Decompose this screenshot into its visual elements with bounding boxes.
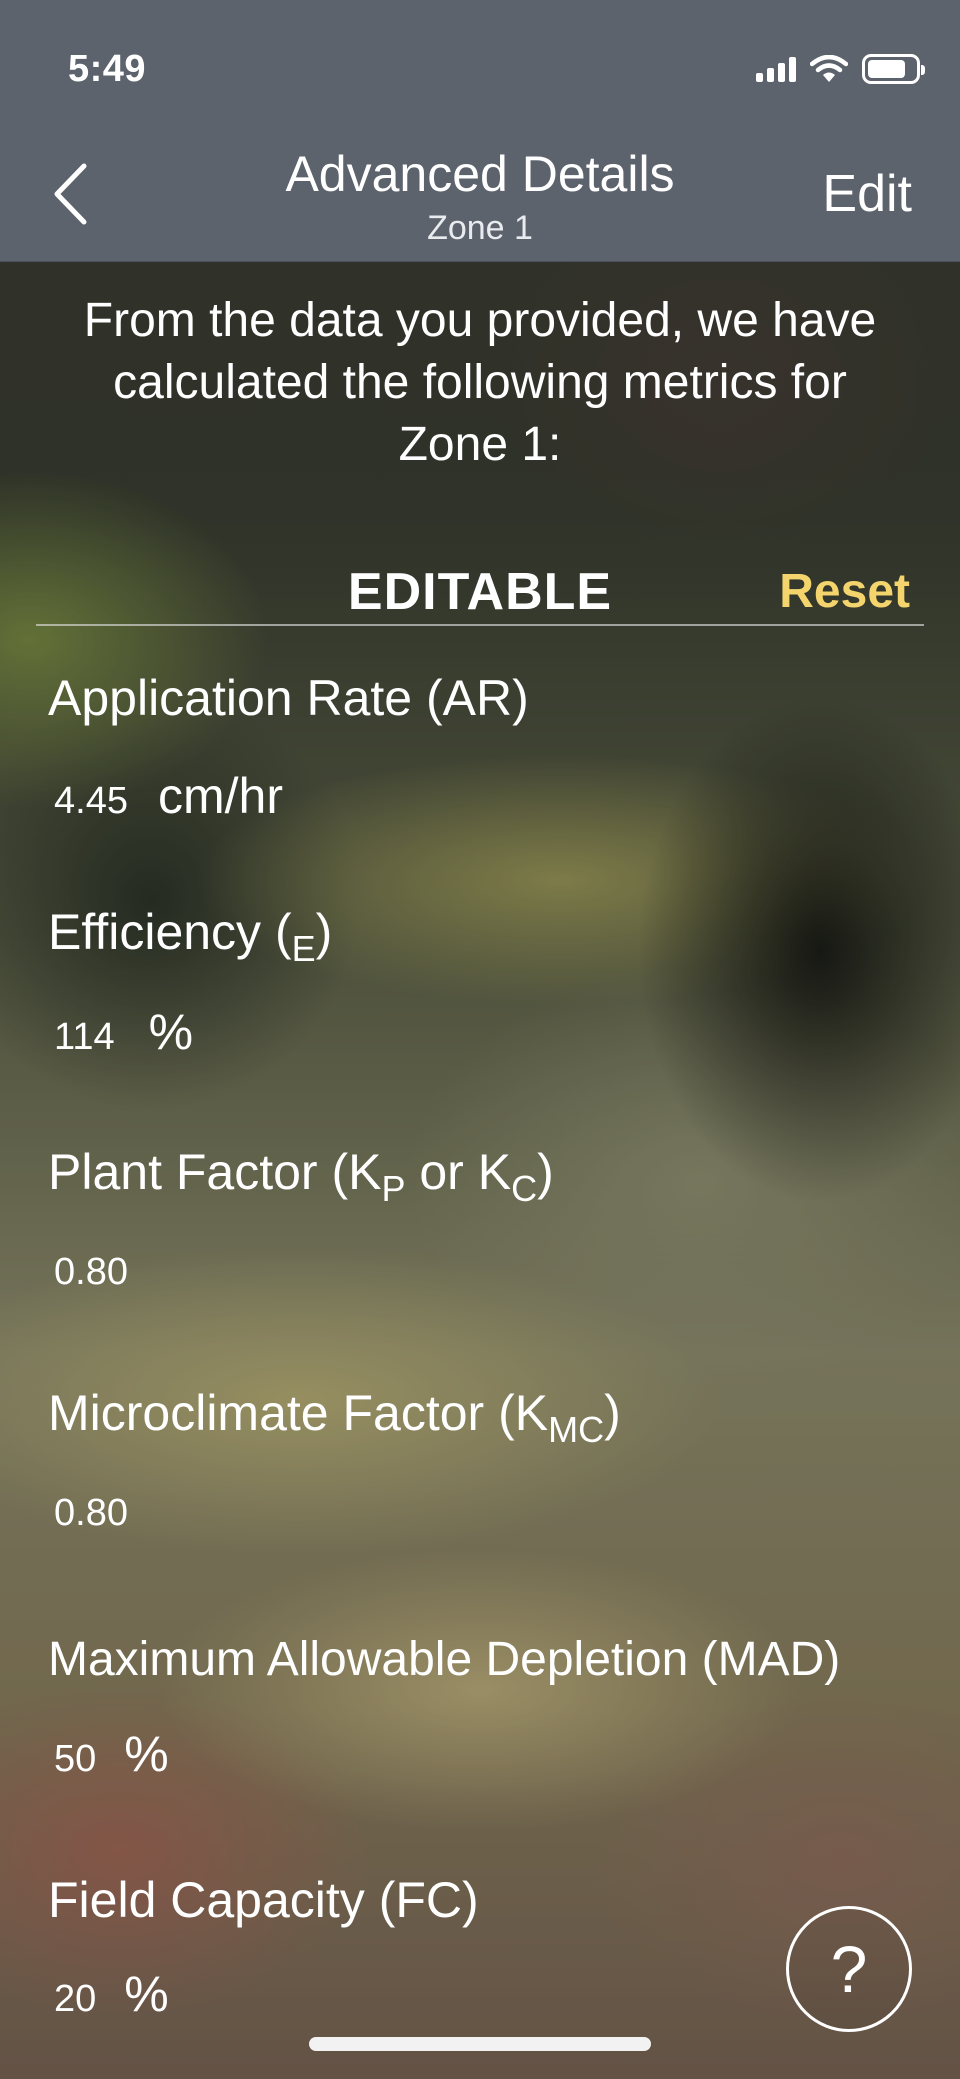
page-title: Advanced Details (285, 146, 675, 202)
home-indicator[interactable] (309, 2037, 651, 2051)
metric-value[interactable]: 0.80 (54, 1250, 128, 1294)
edit-button[interactable]: Edit (822, 164, 912, 224)
metric-microclimate-factor[interactable]: Microclimate Factor (KMC) 0.80 (48, 1383, 928, 1535)
intro-text: From the data you provided, we have calc… (83, 294, 877, 471)
metric-label: Maximum Allowable Depletion (MAD) (48, 1633, 841, 1686)
metric-label: Efficiency (E) (48, 904, 333, 969)
page-subtitle: Zone 1 (427, 209, 533, 247)
metric-unit: % (124, 1966, 169, 2022)
metric-value[interactable]: 0.80 (54, 1491, 128, 1535)
metric-application-rate[interactable]: Application Rate (AR) 4.45 cm/hr (48, 668, 928, 823)
metric-label: Field Capacity (FC) (48, 1872, 479, 1928)
metric-value[interactable]: 4.45 (54, 779, 128, 823)
metric-label: Microclimate Factor (KMC) (48, 1385, 621, 1450)
cellular-signal-icon (756, 56, 796, 82)
section-header: EDITABLE Reset (36, 560, 924, 624)
metric-value[interactable]: 20 (54, 1977, 96, 2021)
metric-unit: % (148, 1004, 194, 1060)
reset-button[interactable]: Reset (779, 562, 910, 622)
metric-unit: % (124, 1726, 169, 1782)
status-time: 5:49 (68, 48, 147, 90)
status-icons (756, 52, 925, 86)
section-divider (36, 624, 924, 626)
navigation-bar: 5:49 Advanced Details Zone 1 Edit (0, 0, 960, 262)
metric-plant-factor[interactable]: Plant Factor (KP or KC) 0.80 (48, 1142, 928, 1294)
metric-value[interactable]: 114 (54, 1015, 115, 1059)
metric-label: Application Rate (AR) (48, 670, 529, 726)
metric-max-allowable-depletion[interactable]: Maximum Allowable Depletion (MAD) 50 % (48, 1630, 928, 1781)
wifi-icon (810, 55, 848, 82)
battery-icon (862, 54, 925, 84)
metric-label: Plant Factor (KP or KC) (48, 1144, 554, 1209)
metric-value[interactable]: 50 (54, 1737, 96, 1781)
metric-unit: cm/hr (157, 768, 283, 824)
metric-efficiency[interactable]: Efficiency (E) 114 % (48, 902, 928, 1059)
help-button[interactable]: ? (786, 1906, 912, 2032)
